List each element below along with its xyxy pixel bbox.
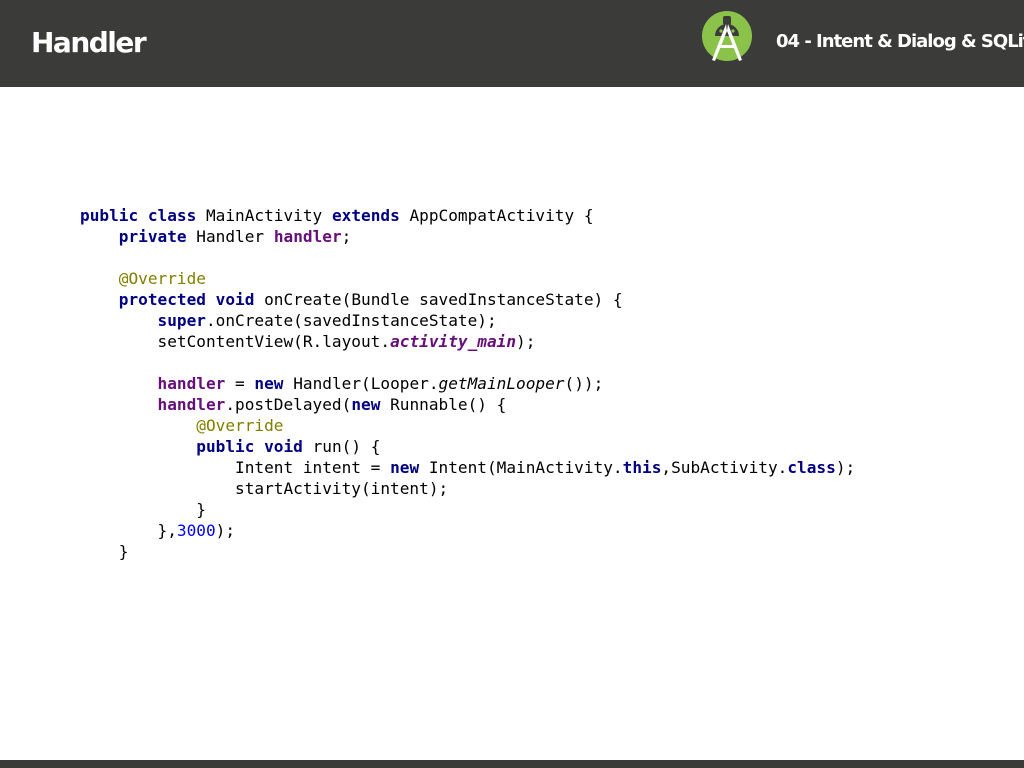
code-line: private Handler handler;	[80, 226, 855, 247]
code-token: AppCompatActivity {	[399, 206, 594, 225]
code-token: handler	[273, 227, 342, 246]
code-line: },3000);	[80, 520, 855, 541]
code-line: }	[80, 499, 855, 520]
code-line: handler.postDelayed(new Runnable() {	[80, 394, 855, 415]
code-token: handler	[157, 374, 226, 393]
code-token: );	[516, 332, 536, 351]
android-studio-icon	[702, 11, 752, 61]
code-token: }	[80, 500, 206, 519]
code-token: MainActivity	[196, 206, 332, 225]
code-line: public void run() {	[80, 436, 855, 457]
code-token: extends	[331, 206, 400, 225]
code-token: protected void	[118, 290, 255, 309]
code-line: }	[80, 541, 855, 562]
code-line: protected void onCreate(Bundle savedInst…	[80, 289, 855, 310]
code-token: this	[622, 458, 662, 477]
code-line: @Override	[80, 268, 855, 289]
code-token: =	[225, 374, 255, 393]
code-token: new	[351, 395, 381, 414]
code-token: new	[390, 458, 420, 477]
slide-header: Handler 04 - Intent & Dialog & SQLite	[0, 0, 1024, 87]
code-token: activity_main	[390, 332, 517, 351]
code-token: },	[80, 521, 177, 540]
code-token: setContentView(R.layout.	[80, 332, 391, 351]
code-line: Intent intent = new Intent(MainActivity.…	[80, 457, 855, 478]
code-token: public class	[80, 206, 197, 225]
code-token: Intent intent =	[80, 458, 391, 477]
code-token: Handler(Looper.	[283, 374, 439, 393]
code-token: Handler	[186, 227, 274, 246]
code-token: ;	[341, 227, 352, 246]
code-token: .postDelayed(	[225, 395, 352, 414]
code-token: 3000	[176, 521, 216, 540]
code-line: handler = new Handler(Looper.getMainLoop…	[80, 373, 855, 394]
code-token: }	[80, 542, 129, 561]
code-token: @Override	[118, 269, 206, 288]
code-line: @Override	[80, 415, 855, 436]
code-token: );	[835, 458, 856, 477]
code-token: super	[157, 311, 206, 330]
code-token: onCreate(Bundle savedInstanceState) {	[254, 290, 623, 309]
chapter-label: 04 - Intent & Dialog & SQLite	[776, 31, 1024, 52]
code-token: private	[118, 227, 187, 246]
code-token: ,SubActivity.	[661, 458, 788, 477]
code-token: public void	[196, 437, 303, 456]
code-token: ());	[564, 374, 604, 393]
code-token: Intent(MainActivity.	[419, 458, 623, 477]
code-line: super.onCreate(savedInstanceState);	[80, 310, 855, 331]
slide-footer-bar	[0, 760, 1024, 768]
code-listing: public class MainActivity extends AppCom…	[80, 205, 855, 562]
code-line: setContentView(R.layout.activity_main);	[80, 331, 855, 352]
code-token: .onCreate(savedInstanceState);	[205, 311, 497, 330]
code-token: startActivity(intent);	[80, 479, 449, 498]
code-line: public class MainActivity extends AppCom…	[80, 205, 855, 226]
code-token: handler	[157, 395, 226, 414]
code-line: startActivity(intent);	[80, 478, 855, 499]
code-token: run() {	[302, 437, 381, 456]
code-token: @Override	[196, 416, 284, 435]
code-token: );	[215, 521, 236, 540]
code-token: getMainLooper	[438, 374, 565, 393]
code-token: class	[787, 458, 836, 477]
code-token: new	[254, 374, 284, 393]
code-token: Runnable() {	[380, 395, 507, 414]
slide-title: Handler	[31, 26, 147, 59]
